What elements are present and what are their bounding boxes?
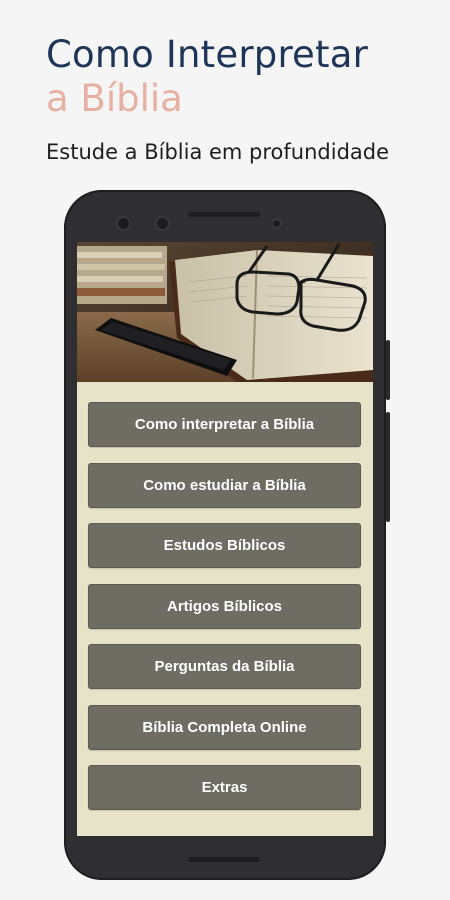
- menu: Como interpretar a Bíblia Como estudiar …: [88, 402, 361, 810]
- title-line-1: Como Interpretar: [46, 33, 368, 76]
- menu-button-extras[interactable]: Extras: [88, 765, 361, 810]
- hero-image: [77, 242, 373, 382]
- volume-button: [386, 412, 390, 522]
- menu-button-artigos[interactable]: Artigos Bíblicos: [88, 583, 361, 629]
- front-camera-icon: [116, 216, 131, 231]
- app-screen: Como interpretar a Bíblia Como estudiar …: [77, 242, 373, 836]
- title-line-2: a Bíblia: [46, 77, 183, 120]
- headline: Como Interpretar a Bíblia: [46, 36, 368, 117]
- subtitle: Estude a Bíblia em profundidade: [46, 140, 390, 164]
- menu-button-perguntas[interactable]: Perguntas da Bíblia: [88, 644, 361, 689]
- menu-button-biblia-online[interactable]: Bíblia Completa Online: [88, 704, 361, 750]
- power-button: [386, 340, 390, 400]
- earpiece-speaker: [188, 212, 260, 217]
- menu-button-interpretar[interactable]: Como interpretar a Bíblia: [88, 402, 361, 447]
- menu-button-estudos[interactable]: Estudos Bíblicos: [88, 523, 361, 568]
- bottom-speaker: [188, 857, 260, 862]
- proximity-sensor-icon: [271, 218, 282, 229]
- menu-button-estudiar[interactable]: Como estudiar a Bíblia: [88, 462, 361, 508]
- sensor-icon: [155, 216, 170, 231]
